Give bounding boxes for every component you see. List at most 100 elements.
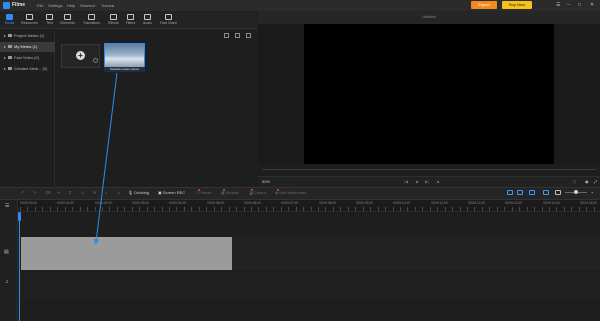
- sort-icon[interactable]: [235, 33, 240, 38]
- ruler-tick: [27, 207, 29, 211]
- stop-icon[interactable]: ■: [437, 179, 439, 184]
- tool-text[interactable]: Text: [41, 11, 58, 29]
- zoom-out-icon[interactable]: [543, 190, 549, 195]
- freeze-icon[interactable]: ❄: [93, 190, 96, 195]
- music-note-icon: ♫: [5, 279, 9, 285]
- expand-icon: [4, 35, 6, 37]
- ruler-tick: [161, 207, 163, 211]
- import-options-icon[interactable]: [93, 58, 98, 63]
- ruler-tick: [288, 207, 290, 211]
- ruler-tick: [370, 207, 372, 211]
- screenshot-icon[interactable]: ◉: [585, 179, 589, 184]
- freeze-label: Freeze: [199, 190, 212, 195]
- ruler-tick: [332, 207, 334, 211]
- menu-shortcut[interactable]: Shortcut: [80, 3, 95, 8]
- track-menu-icon[interactable]: ☰: [5, 203, 9, 209]
- delete-icon[interactable]: ⌫: [45, 190, 51, 195]
- preview-zoom[interactable]: 50%: [262, 179, 270, 184]
- split-icon[interactable]: ✂: [57, 190, 60, 195]
- ruler-label: 00:00:07:00: [281, 201, 298, 205]
- tool-effects[interactable]: Effects: [105, 11, 122, 29]
- ruler-label: 00:00:04:00: [169, 201, 186, 205]
- skip-back-icon[interactable]: |◀: [404, 179, 408, 184]
- add-watermark-button[interactable]: ◈ Add Watermark: [275, 190, 307, 195]
- import-plus-icon[interactable]: +: [76, 51, 85, 60]
- ruler-tick: [429, 207, 431, 211]
- ruler-tick: [444, 207, 446, 211]
- sidebar-item-label: Fast Video (0): [14, 55, 40, 60]
- sidebar-item-label: Project Media (1): [14, 33, 45, 38]
- fullscreen-icon[interactable]: ⛶: [573, 179, 576, 184]
- expand-icon: [4, 46, 6, 48]
- sidebar-item-my-media[interactable]: My Media (1): [0, 42, 55, 52]
- snap-icon[interactable]: [507, 190, 513, 195]
- ruler-tick: [325, 207, 327, 211]
- ruler-tick: [452, 207, 454, 211]
- ruler-tick: [221, 207, 223, 211]
- preview-canvas: [304, 24, 554, 164]
- ruler-tick: [206, 207, 208, 211]
- buy-now-button[interactable]: Buy Now: [502, 1, 532, 9]
- dubbing-button[interactable]: 🎙 Dubbing: [128, 190, 149, 195]
- ruler-tick: [258, 207, 260, 211]
- microphone-icon: 🎙: [128, 190, 134, 195]
- screen-rec-button[interactable]: ▣ Screen REC: [158, 190, 185, 195]
- menu-settings[interactable]: Settings: [48, 3, 62, 8]
- menu-help[interactable]: Help: [67, 3, 75, 8]
- video-clip[interactable]: [21, 237, 232, 270]
- tool-audio[interactable]: Audio: [139, 11, 156, 29]
- ruler-tick: [399, 207, 401, 211]
- play-icon[interactable]: ▶: [416, 179, 419, 184]
- grid-view-icon[interactable]: [224, 33, 229, 38]
- playhead-line[interactable]: [19, 212, 20, 321]
- export-button[interactable]: Export: [471, 1, 497, 9]
- menu-icon[interactable]: ☰: [556, 2, 560, 8]
- media-icon: [6, 14, 13, 20]
- ruler-tick: [183, 207, 185, 211]
- magnet-icon[interactable]: [529, 190, 535, 195]
- preview-progress-bar[interactable]: [262, 169, 596, 170]
- tool-media[interactable]: Media: [1, 11, 18, 29]
- zoom-minus-icon[interactable]: [555, 190, 561, 195]
- color-icon[interactable]: ◐: [105, 190, 107, 195]
- redo-icon[interactable]: ↷: [33, 190, 36, 195]
- sidebar-item-created-media[interactable]: Created Medi... (0): [0, 64, 55, 74]
- ruler-tick: [385, 207, 386, 211]
- playhead-handle[interactable]: [18, 212, 21, 221]
- link-icon[interactable]: [517, 190, 523, 195]
- speed-icon[interactable]: ◷: [81, 190, 85, 195]
- tool-label: Effects: [108, 21, 119, 25]
- skip-forward-icon[interactable]: ▶|: [425, 179, 429, 184]
- list-view-icon[interactable]: [246, 33, 251, 38]
- ruler-tick: [49, 207, 51, 211]
- tool-transitions[interactable]: Transitions: [83, 11, 100, 29]
- close-icon[interactable]: ✕: [590, 2, 594, 8]
- ruler-tick: [504, 207, 506, 211]
- menu-tutorial[interactable]: Tutorial: [101, 3, 114, 8]
- ruler-tick: [109, 207, 111, 211]
- ruler-tick: [265, 207, 267, 211]
- ruler-tick: [355, 207, 357, 211]
- zoom-plus-icon[interactable]: +: [591, 190, 593, 195]
- tool-filters[interactable]: Filters: [122, 11, 139, 29]
- folder-icon: [8, 56, 12, 60]
- audio-track[interactable]: [18, 272, 600, 300]
- preview-title: Untitled: [422, 14, 436, 19]
- ruler-label: 00:00:15:00: [580, 201, 597, 205]
- undo-icon[interactable]: ↶: [21, 190, 24, 195]
- audio-detach-icon[interactable]: ♬: [117, 190, 121, 195]
- ruler-tick: [362, 207, 364, 211]
- ruler-tick: [511, 207, 513, 211]
- tool-elements[interactable]: Elements: [59, 11, 76, 29]
- tool-resources[interactable]: Resources: [21, 11, 38, 29]
- menu-file[interactable]: File: [37, 3, 43, 8]
- maximize-icon[interactable]: □: [578, 2, 581, 8]
- ruler-label: 00:00:08:00: [319, 201, 336, 205]
- timeline-zoom-knob[interactable]: [574, 190, 578, 194]
- sidebar-item-fast-video[interactable]: Fast Video (0): [0, 53, 55, 63]
- expand-preview-icon[interactable]: ⤢: [594, 179, 597, 184]
- crop-icon[interactable]: ⌗: [69, 190, 71, 195]
- sidebar-item-project-media[interactable]: Project Media (1): [0, 31, 55, 41]
- tool-fast-video[interactable]: Fast Video: [160, 11, 177, 29]
- minimize-icon[interactable]: –: [567, 2, 570, 8]
